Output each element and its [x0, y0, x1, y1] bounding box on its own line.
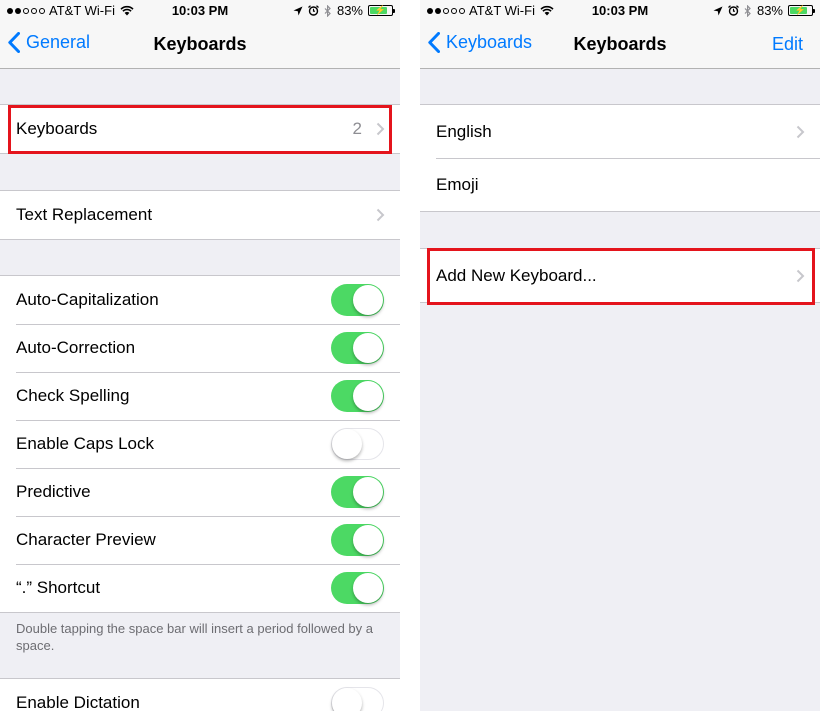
toggle-knob: [332, 429, 362, 459]
location-arrow-icon: [713, 6, 723, 15]
location-arrow-icon: [293, 6, 303, 15]
bluetooth-icon: [744, 4, 751, 17]
toggle-row-label: Auto-Correction: [16, 338, 136, 357]
toggle-switch[interactable]: [331, 476, 384, 508]
add-keyboard-group: Add New Keyboard...: [420, 248, 820, 303]
alarm-icon: [728, 5, 739, 16]
dictation-row: Enable Dictation: [0, 679, 400, 711]
toggle-row-label: Predictive: [16, 482, 91, 501]
keyboards-settings-screen: AT&T Wi-Fi 10:03 PM 83% ⚡ General Keyboa…: [0, 0, 400, 711]
toggle-knob: [353, 477, 383, 507]
battery-icon: ⚡: [368, 5, 395, 16]
toggle-switch[interactable]: [331, 428, 384, 460]
toggle-knob: [332, 688, 362, 711]
shortcut-footer-note: Double tapping the space bar will insert…: [16, 621, 373, 653]
text-replacement-group: Text Replacement: [0, 190, 400, 240]
keyboards-group: Keyboards 2: [0, 104, 400, 154]
chevron-right-icon: [376, 208, 385, 222]
keyboard-row-label: Emoji: [436, 174, 479, 194]
toggle-switch[interactable]: [331, 284, 384, 316]
navigation-bar: General Keyboards: [0, 22, 400, 69]
back-button[interactable]: General: [8, 32, 90, 53]
toggle-row: Enable Caps Lock: [0, 420, 400, 468]
edit-button[interactable]: Edit: [772, 34, 803, 55]
keyboards-row-label: Keyboards: [16, 119, 98, 138]
battery-percent: 83%: [336, 3, 363, 18]
toggle-switch[interactable]: [331, 332, 384, 364]
toggle-row: Auto-Correction: [0, 324, 400, 372]
navigation-bar: Keyboards Keyboards Edit: [420, 22, 820, 69]
back-button-label: General: [26, 32, 91, 52]
add-new-keyboard-label: Add New Keyboard...: [436, 265, 597, 285]
text-replacement-row[interactable]: Text Replacement: [0, 191, 400, 239]
text-replacement-label: Text Replacement: [16, 205, 153, 224]
status-bar: AT&T Wi-Fi 10:03 PM 83% ⚡: [0, 0, 400, 22]
toggle-row-label: Character Preview: [16, 530, 156, 549]
dictation-group: Enable Dictation: [0, 678, 400, 711]
keyboard-row-emoji[interactable]: Emoji: [420, 158, 820, 211]
bluetooth-icon: [324, 4, 331, 17]
keyboards-row[interactable]: Keyboards 2: [0, 105, 400, 153]
chevron-left-icon: [8, 32, 20, 53]
toggle-row: Predictive: [0, 468, 400, 516]
keyboard-list-group: English Emoji: [420, 104, 820, 212]
toggle-switch[interactable]: [331, 380, 384, 412]
toggle-knob: [353, 285, 383, 315]
chevron-right-icon: [796, 125, 805, 139]
keyboard-row-label: English: [436, 121, 492, 141]
toggle-knob: [353, 333, 383, 363]
chevron-right-icon: [796, 269, 805, 283]
toggle-row: Auto-Capitalization: [0, 276, 400, 324]
toggle-row: Check Spelling: [0, 372, 400, 420]
add-new-keyboard-row[interactable]: Add New Keyboard...: [420, 249, 820, 302]
toggle-knob: [353, 573, 383, 603]
chevron-left-icon: [428, 32, 440, 53]
dictation-label: Enable Dictation: [16, 693, 140, 711]
back-button-label: Keyboards: [446, 32, 533, 52]
status-bar: AT&T Wi-Fi 10:03 PM 83% ⚡: [420, 0, 820, 22]
battery-percent: 83%: [756, 3, 783, 18]
keyboard-options-group: Auto-Capitalization Auto-Correction Check …: [0, 275, 400, 613]
toggle-row-label: Enable Caps Lock: [16, 434, 154, 453]
back-button[interactable]: Keyboards: [428, 32, 532, 53]
toggle-switch[interactable]: [331, 524, 384, 556]
keyboard-list-screen: AT&T Wi-Fi 10:03 PM 83% ⚡ Keyboards Keyb…: [420, 0, 820, 711]
keyboards-count: 2: [352, 119, 362, 138]
toggle-knob: [353, 381, 383, 411]
toggle-row-label: “.” Shortcut: [16, 578, 101, 597]
chevron-right-icon: [376, 122, 385, 136]
keyboard-row-english[interactable]: English: [420, 105, 820, 158]
toggle-row-label: Auto-Capitalization: [16, 290, 159, 309]
toggle-row: Character Preview: [0, 516, 400, 564]
toggle-switch[interactable]: [331, 572, 384, 604]
toggle-row-label: Check Spelling: [16, 386, 130, 405]
toggle-row: “.” Shortcut: [0, 564, 400, 612]
toggle-knob: [353, 525, 383, 555]
battery-icon: ⚡: [788, 5, 815, 16]
alarm-icon: [308, 5, 319, 16]
dictation-toggle[interactable]: [331, 687, 384, 711]
